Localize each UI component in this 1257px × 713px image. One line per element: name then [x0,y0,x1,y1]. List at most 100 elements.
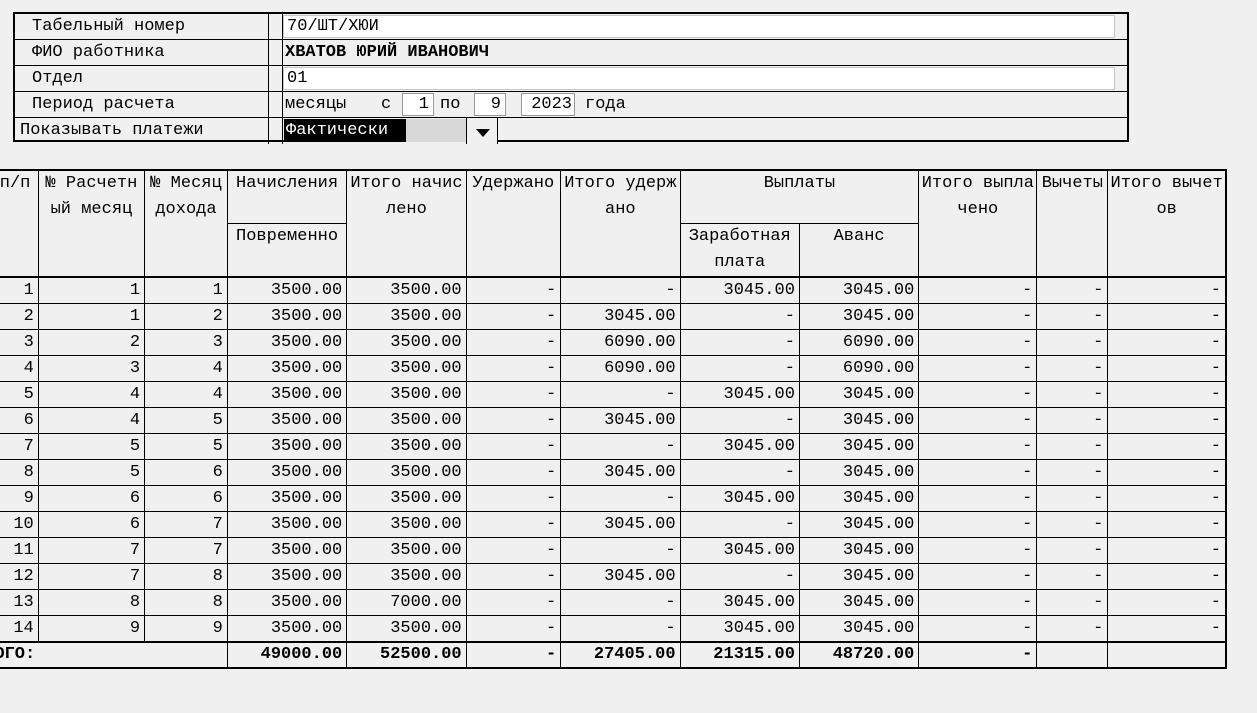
cell-calc-month: 6 [37,511,146,538]
cell-salary: 3045.00 [679,615,800,643]
cell-withheld: - [465,511,562,538]
show-payments-dropdown-button[interactable] [466,118,498,144]
row-dept: Отдел 01 [15,66,1127,92]
cell-total-paid: - [918,433,1038,460]
tab-number-field[interactable]: 70/ШТ/ХЮИ [283,15,1115,38]
cell-income-month: 5 [144,433,228,460]
cell-total-paid: - [918,459,1038,486]
cell-total-deductions: - [1107,381,1227,408]
cell-income-month: 1 [144,276,228,304]
table-row[interactable]: 12 7 8 3500.00 3500.00-3045.00-3045.00- - - [0,563,1227,590]
payments-table: № п/п № Расчетный месяц № Месяц дохода Н… [0,169,1227,669]
cell-total-paid: - [918,589,1038,616]
table-row[interactable]: 10 6 7 3500.00 3500.00-3045.00-3045.00- - - [0,511,1227,538]
table-row[interactable]: 3 2 3 3500.00 3500.00-6090.00-6090.00- - - [0,329,1227,356]
col-calc-month: № Расчетный месяц [37,169,146,278]
cell-total-accrued: 3500.00 [346,563,467,590]
cell-total-deductions: - [1107,355,1227,382]
col-total-accrued: Итого начислено [346,169,467,278]
show-payments-select[interactable]: Фактически [284,119,406,142]
table-row[interactable]: 1 1 1 3500.00 3500.00- -3045.00 3045.00- - - [0,276,1227,304]
cell-accruals: 3500.00 [226,589,348,616]
table-row[interactable]: 6 4 5 3500.00 3500.00-3045.00-3045.00- - - [0,407,1227,434]
cell-total-paid: - [918,615,1038,643]
cell-npp: 14 [0,615,39,643]
table-row[interactable]: 9 6 6 3500.00 3500.00- -3045.00 3045.00- - - [0,485,1227,512]
cell-deductions: - [1036,589,1109,616]
cell-salary: - [679,563,800,590]
cell-accruals: 3500.00 [226,303,348,330]
cell-total-accrued: 3500.00 [346,433,467,460]
cell-total-deductions: - [1107,589,1227,616]
totals-row: ИТОГО: 49000.00 52500.00 - 27405.00 2131… [0,641,1227,669]
cell-total-deductions: - [1107,329,1227,356]
cell-total-paid: - [918,485,1038,512]
row-period: Период расчета месяцы с 1 по 9 2023 года [15,92,1127,118]
cell-deductions: - [1036,485,1109,512]
cell-salary: 3045.00 [679,276,800,304]
cell-income-month: 2 [144,303,228,330]
table-row[interactable]: 2 1 2 3500.00 3500.00-3045.00-3045.00- - - [0,303,1227,330]
table-row[interactable]: 11 7 7 3500.00 3500.00- -3045.00 3045.00- - - [0,537,1227,564]
table-row[interactable]: 4 3 4 3500.00 3500.00-6090.00-6090.00- - - [0,355,1227,382]
cell-total-withheld: 3045.00 [560,511,681,538]
cell-total-accrued: 3500.00 [346,485,467,512]
cell-deductions: - [1036,355,1109,382]
cell-total-accrued: 7000.00 [346,589,467,616]
cell-salary: 3045.00 [679,589,800,616]
period-year-field[interactable]: 2023 [521,93,575,116]
table-row[interactable]: 13 8 8 3500.00 7000.00- -3045.00 3045.00- - - [0,589,1227,616]
col-withheld: Удержано [465,169,562,278]
dept-field[interactable]: 01 [283,67,1115,90]
cell-total-accrued: 3500.00 [346,459,467,486]
employee-form: Табельный номер 70/ШТ/ХЮИ ФИО работника … [13,12,1129,144]
cell-advance: 3045.00 [798,381,920,408]
cell-total-withheld: 3045.00 [560,407,681,434]
cell-withheld: - [465,563,562,590]
cell-accruals: 3500.00 [226,563,348,590]
cell-total-deductions: - [1107,276,1227,304]
chevron-down-icon [476,129,490,137]
cell-withheld: - [465,329,562,356]
cell-advance: 3045.00 [798,407,920,434]
table-row[interactable]: 8 5 6 3500.00 3500.00-3045.00-3045.00- - - [0,459,1227,486]
cell-advance: 6090.00 [798,355,920,382]
cell-salary: 3045.00 [679,381,800,408]
cell-salary: - [679,303,800,330]
cell-income-month: 6 [144,485,228,512]
cell-deductions: - [1036,563,1109,590]
table-row[interactable]: 5 4 4 3500.00 3500.00- -3045.00 3045.00- - - [0,381,1227,408]
cell-total-withheld: 6090.00 [560,355,681,382]
cell-salary: - [679,355,800,382]
table-row[interactable]: 7 5 5 3500.00 3500.00- -3045.00 3045.00- - - [0,433,1227,460]
cell-total-paid: - [918,276,1038,304]
col-accruals: Начисления [226,169,348,224]
total-withheld: 27405.00 [560,641,681,669]
cell-advance: 3045.00 [798,276,920,304]
col-total-withheld: Итого удержано [560,169,681,278]
cell-deductions: - [1036,459,1109,486]
cell-deductions: - [1036,381,1109,408]
period-from-field[interactable]: 1 [402,93,434,116]
col-deductions: Вычеты [1036,169,1109,278]
cell-accruals: 3500.00 [226,276,348,304]
cell-total-paid: - [918,537,1038,564]
cell-withheld: - [465,381,562,408]
cell-npp: 10 [0,511,39,538]
cell-total-accrued: 3500.00 [346,329,467,356]
period-to-field[interactable]: 9 [474,93,506,116]
cell-deductions: - [1036,615,1109,643]
cell-total-withheld: 3045.00 [560,563,681,590]
table-row[interactable]: 14 9 9 3500.00 3500.00- -3045.00 3045.00- - - [0,615,1227,643]
cell-calc-month: 5 [37,433,146,460]
cell-accruals: 3500.00 [226,615,348,643]
cell-salary: - [679,407,800,434]
cell-accruals: 3500.00 [226,407,348,434]
cell-deductions: - [1036,433,1109,460]
cell-calc-month: 5 [37,459,146,486]
cell-total-paid: - [918,511,1038,538]
cell-salary: - [679,329,800,356]
cell-advance: 3045.00 [798,511,920,538]
cell-total-withheld: 3045.00 [560,459,681,486]
total-accruals: 49000.00 [226,641,348,669]
